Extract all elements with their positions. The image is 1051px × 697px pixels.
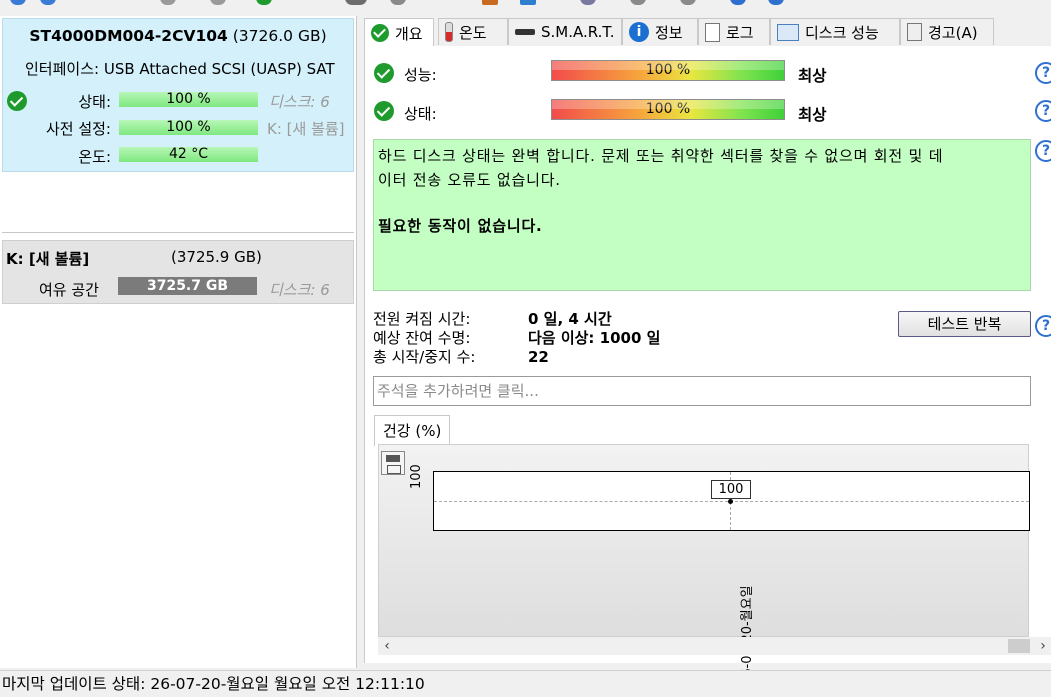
status-disk-number: 디스크: 6 [269,93,330,111]
scroll-right-icon[interactable]: › [1034,637,1051,655]
device-list-panel: ST4000DM004-2CV104 (3726.0 GB) 인터페이스: US… [0,16,357,668]
divider [2,232,354,233]
toolbar-report-icon[interactable] [482,0,498,5]
health-label: 상태: [404,105,437,123]
status-message-line2: 이터 전송 오류도 없습니다. [378,171,561,189]
status-label: 상태: [78,93,111,111]
tab-health-percent[interactable]: 건강 (%) [374,415,451,446]
tab-info[interactable]: i 정보 [622,18,698,45]
toolbar-help-icon[interactable] [730,0,746,5]
tab-overview[interactable]: 개요 [364,18,434,47]
toolbar-disk-icon[interactable] [390,0,406,5]
volume-name: K: [새 볼륨] [6,250,90,268]
disk-interface: 인터페이스: USB Attached SCSI (UASP) SAT [25,58,335,79]
preset-bar: 100 % [119,120,258,135]
toolbar-tool-icon[interactable] [210,0,226,5]
info-icon: i [629,22,649,42]
chart-horizontal-scrollbar[interactable]: ‹ › [378,637,1051,655]
status-action-text: 필요한 동작이 없습니다. [378,217,543,235]
lifetime-label: 예상 잔여 수명: [373,329,471,347]
volume-disk-number: 디스크: 6 [269,281,330,299]
performance-help-icon[interactable]: ? [1035,62,1051,84]
toolbar-tools-icon[interactable] [630,0,646,5]
lifetime-value: 다음 이상: 1000 일 [528,329,661,347]
disk-title: ST4000DM004-2CV104 (3726.0 GB) [3,27,353,45]
thermometer-icon [445,22,453,42]
free-space-label: 여유 공간 [39,281,99,299]
tab-disk-performance-label: 디스크 성능 [805,23,879,42]
chart-point-label: 100 [711,480,751,499]
tab-temperature[interactable]: 온도 [438,18,508,45]
tab-log[interactable]: 로그 [698,18,770,45]
tab-alerts[interactable]: 경고(A) [900,18,994,45]
status-message-box: 하드 디스크 상태는 완벽 합니다. 문제 또는 취약한 섹터를 찾을 수 없으… [373,139,1031,291]
tab-smart-label: S.M.A.R.T. [541,23,615,41]
toolbar-disc-icon[interactable] [580,0,596,5]
tab-disk-performance[interactable]: 디스크 성능 [770,18,900,45]
top-toolbar [0,0,1051,6]
toolbar-back-icon[interactable] [40,0,56,5]
power-on-value: 0 일, 4 시간 [528,310,612,328]
toolbar-tool-icon[interactable] [160,0,176,5]
preset-label: 사전 설정: [45,120,111,138]
toolbar-disk-icon[interactable] [345,0,367,5]
chart-point [728,499,733,504]
toolbar-chart-icon[interactable] [520,0,536,5]
start-stop-label: 총 시작/중지 수: [373,348,476,366]
disk-size: (3726.0 GB) [232,27,327,45]
toolbar-ok-icon[interactable] [256,0,272,5]
interface-value: USB Attached SCSI (UASP) SAT [103,60,335,78]
disk-model: ST4000DM004-2CV104 [29,27,228,45]
health-rating: 최상 [798,106,827,124]
tab-info-label: 정보 [655,23,683,42]
scroll-thumb[interactable] [1008,639,1030,653]
health-bar: 100 % [551,99,785,120]
green-check-icon [371,24,389,42]
performance-label: 성능: [404,66,437,84]
save-icon[interactable] [381,451,405,475]
tab-smart[interactable]: S.M.A.R.T. [508,18,622,45]
status-bar: 100 % [119,92,258,107]
test-help-icon[interactable]: ? [1035,315,1051,337]
volume-card[interactable]: K: [새 볼륨] (3725.9 GB) 여유 공간 3725.7 GB 디스… [2,240,354,304]
overview-panel: 성능: 100 % 최상 ? 상태: 100 % 최상 ? 하드 디스크 상태는… [364,46,1051,685]
health-help-icon[interactable]: ? [1035,100,1051,122]
toolbar-info-icon[interactable] [768,0,784,5]
performance-ok-icon [374,63,394,83]
chart-plot-area: 100 [433,471,1030,531]
volume-size: (3725.9 GB) [171,248,262,266]
interface-label: 인터페이스: [25,60,100,78]
health-ok-icon [374,101,394,121]
message-help-icon[interactable]: ? [1035,140,1051,162]
status-bar: 마지막 업데이트 상태: 26-07-20-월요일 월요일 오전 12:11:1… [0,670,1051,695]
document-icon [705,22,720,42]
chart-y-tick: 100 [409,464,424,489]
scroll-left-icon[interactable]: ‹ [378,637,396,655]
tab-log-label: 로그 [726,23,754,42]
tab-alerts-label: 경고(A) [928,23,978,42]
temperature-label: 온도: [78,148,111,166]
status-message-line1: 하드 디스크 상태는 완벽 합니다. 문제 또는 취약한 섹터를 찾을 수 없으… [378,147,944,165]
preset-volume: K: [새 볼륨] [267,118,345,139]
repeat-test-button[interactable]: 테스트 반복 [898,311,1031,337]
power-on-label: 전원 켜짐 시간: [373,310,471,328]
start-stop-value: 22 [528,348,549,366]
drive-icon [515,29,535,35]
health-chart: 100 100 26-07-20-월요일 [378,444,1030,685]
tab-strip: 개요 온도 S.M.A.R.T. i 정보 로그 디스크 성능 경고(A) [364,18,1051,47]
comment-input[interactable]: 주석을 추가하려면 클릭... [373,376,1031,406]
tab-temperature-label: 온도 [459,23,487,42]
temperature-bar: 42 °C [119,147,258,162]
toolbar-refresh-icon[interactable] [10,0,26,5]
performance-rating: 최상 [798,67,827,85]
free-space-bar: 3725.7 GB [118,277,257,295]
preset-volume-text: K: [새 볼륨] [267,120,345,138]
copy-icon [907,23,922,41]
disk-card[interactable]: ST4000DM004-2CV104 (3726.0 GB) 인터페이스: US… [2,18,354,172]
toolbar-settings-icon[interactable] [680,0,696,5]
performance-bar: 100 % [551,60,785,81]
tab-overview-label: 개요 [395,24,423,43]
chart-icon [777,23,799,41]
